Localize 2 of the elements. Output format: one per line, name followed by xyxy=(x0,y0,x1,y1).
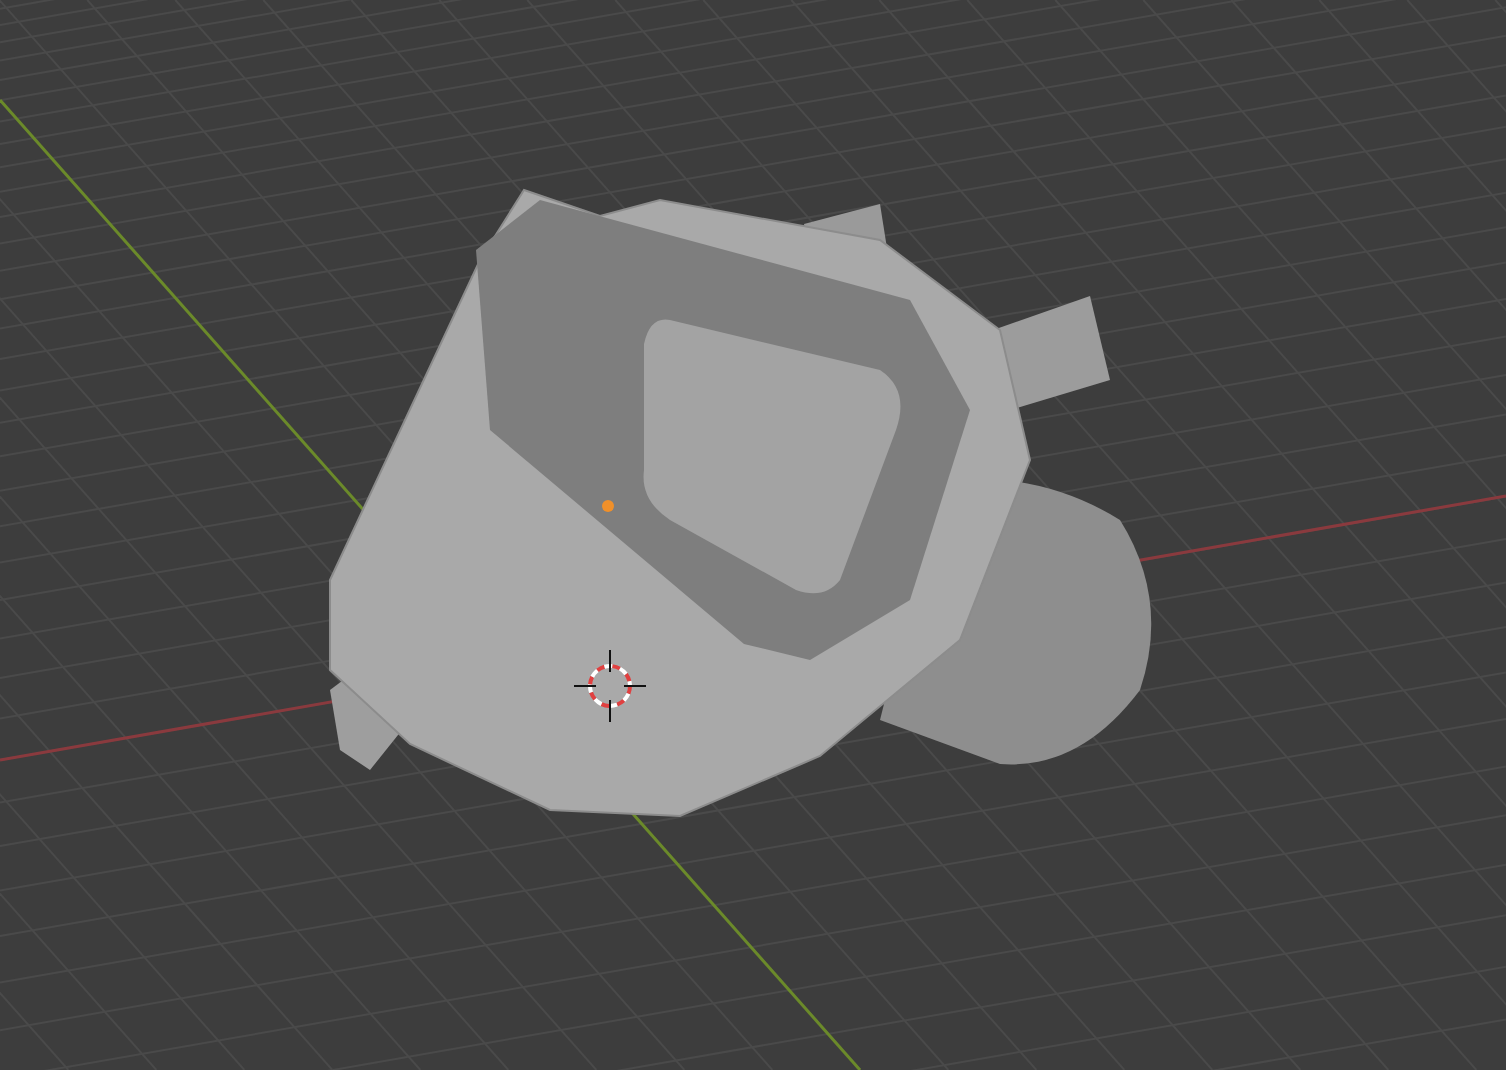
3d-cursor-icon[interactable] xyxy=(573,649,647,723)
viewport[interactable] xyxy=(0,0,1506,1070)
